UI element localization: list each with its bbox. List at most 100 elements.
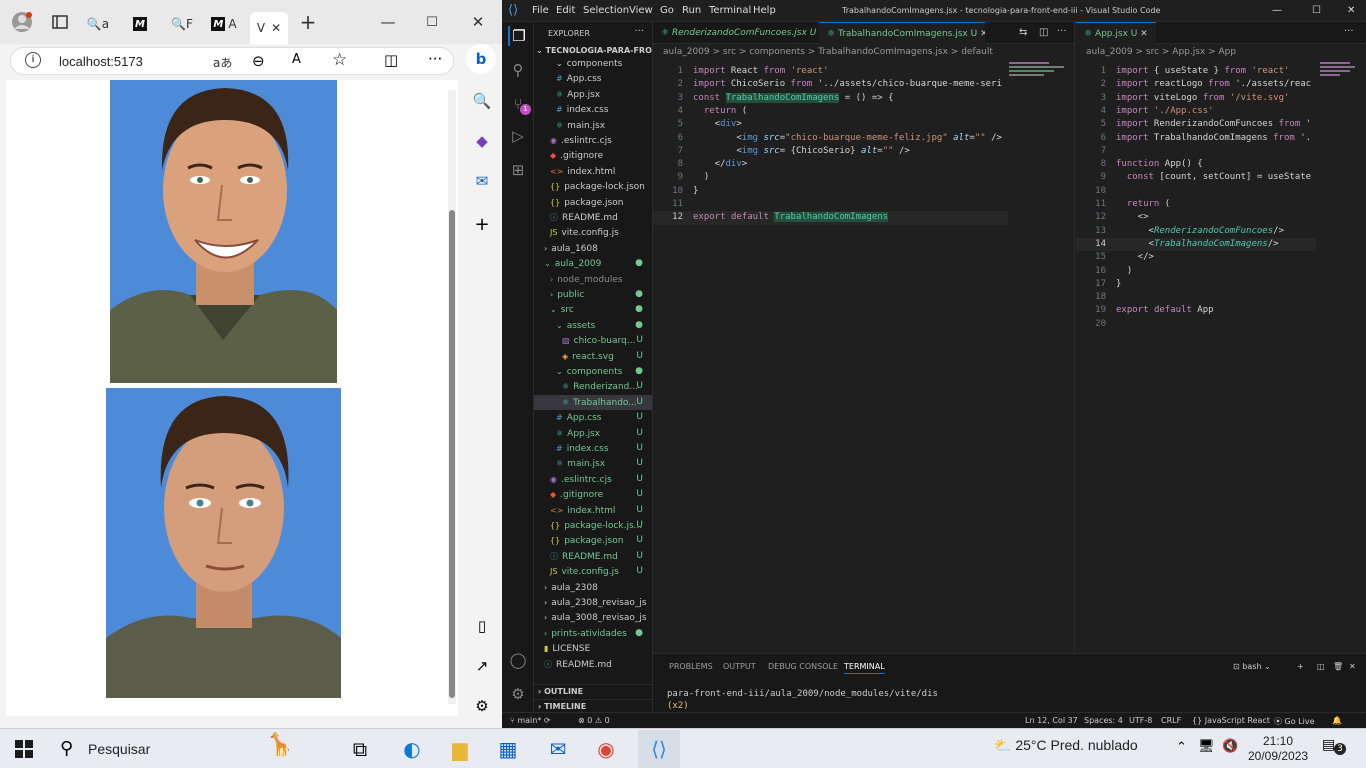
tree-item[interactable]: JS vite.config.js: [534, 225, 652, 240]
minimize-icon[interactable]: —: [376, 10, 400, 34]
volume-icon[interactable]: 🔇: [1222, 739, 1238, 754]
minimize-icon[interactable]: —: [1272, 5, 1282, 16]
cursor-position[interactable]: Ln 12, Col 37: [1025, 716, 1078, 725]
tree-item[interactable]: # App.css U: [534, 410, 652, 425]
tree-item[interactable]: ⚛ main.jsx: [534, 118, 652, 133]
profile-avatar-icon[interactable]: [10, 10, 34, 34]
close-window-icon[interactable]: ✕: [466, 10, 490, 34]
tab-actions-icon[interactable]: [48, 10, 72, 34]
tree-item[interactable]: › aula_3008_revisao_js: [534, 610, 652, 625]
tree-item[interactable]: ◆ .gitignore: [534, 148, 652, 163]
zoom-icon[interactable]: ⊖: [252, 52, 265, 70]
tree-item[interactable]: # index.css: [534, 102, 652, 117]
tab-active-vite[interactable]: V ✕: [250, 12, 288, 44]
tree-item[interactable]: # App.css: [534, 71, 652, 86]
search-icon[interactable]: 🔍: [470, 89, 494, 113]
maximize-icon[interactable]: ☐: [1312, 5, 1321, 16]
compare-icon[interactable]: ⇆: [1019, 27, 1027, 38]
tab-m-2[interactable]: MA: [210, 12, 238, 36]
read-aloud-icon[interactable]: aあ: [213, 54, 232, 71]
tree-item[interactable]: {} package-lock.js... U: [534, 518, 652, 533]
scrollbar-thumb[interactable]: [449, 210, 455, 698]
tree-item[interactable]: ⌄ aula_2009 ●: [534, 256, 652, 271]
close-window-icon[interactable]: ✕: [1347, 5, 1355, 16]
tree-item[interactable]: › node_modules: [534, 272, 652, 287]
tree-item[interactable]: ◉ .eslintrc.cjs: [534, 133, 652, 148]
language-mode[interactable]: {} JavaScript React: [1192, 716, 1270, 725]
tree-item[interactable]: ▮ LICENSE: [534, 641, 652, 656]
open-external-icon[interactable]: ↗: [470, 654, 494, 678]
close-icon[interactable]: ✕: [1349, 662, 1356, 671]
timeline-section[interactable]: › TIMELINE: [534, 699, 652, 712]
breadcrumb[interactable]: aula_2009 > src > components > Trabalhan…: [663, 47, 993, 57]
run-debug-icon[interactable]: ▷: [508, 126, 528, 146]
manage-gear-icon[interactable]: ⚙: [508, 684, 528, 704]
minimap[interactable]: [1009, 60, 1069, 90]
info-icon[interactable]: i: [25, 52, 41, 68]
close-icon[interactable]: ✕: [980, 29, 985, 39]
line-ending[interactable]: CRLF: [1161, 716, 1181, 725]
taskbar-search-box[interactable]: ⚲ Pesquisar 🦒: [48, 733, 338, 765]
tree-item[interactable]: <> index.html U: [534, 503, 652, 518]
tree-item[interactable]: ◉ .eslintrc.cjs U: [534, 472, 652, 487]
tree-item[interactable]: {} package.json: [534, 195, 652, 210]
menu-view[interactable]: View: [629, 5, 653, 16]
tree-item[interactable]: ▨ chico-buarq... U: [534, 333, 652, 348]
tree-item[interactable]: ⚛ main.jsx U: [534, 456, 652, 471]
tree-item[interactable]: ⌄ components ●: [534, 364, 652, 379]
more-actions-icon[interactable]: ···: [1057, 26, 1067, 37]
tree-item[interactable]: ⚛ Trabalhando... U: [534, 394, 652, 410]
tree-item[interactable]: ⌄ components: [534, 56, 652, 71]
tree-item[interactable]: <> index.html: [534, 164, 652, 179]
tree-item[interactable]: ⓘ README.md: [534, 657, 652, 672]
more-actions-icon[interactable]: ···: [1344, 26, 1354, 37]
terminal-shell-select[interactable]: ⊡ bash ⌄: [1233, 662, 1271, 671]
menu-help[interactable]: Help: [753, 5, 776, 16]
terminal-output[interactable]: para-front-end-iii/aula_2009/node_module…: [667, 688, 938, 712]
menu-selection[interactable]: Selection: [583, 5, 629, 16]
close-icon[interactable]: ✕: [1140, 29, 1148, 39]
read-mode-icon[interactable]: A: [292, 52, 301, 67]
tab-trabalhando[interactable]: ⚛ TrabalhandoComImagens.jsx U ✕: [819, 22, 985, 44]
tree-item[interactable]: › prints-atividades ●: [534, 626, 652, 641]
sidebar-panel-icon[interactable]: ▯: [470, 614, 494, 638]
menu-file[interactable]: File: [532, 5, 549, 16]
office-icon[interactable]: ◆: [470, 129, 494, 153]
project-root[interactable]: ⌄ TECNOLOGIA-PARA-FRONT...: [536, 46, 652, 55]
encoding[interactable]: UTF-8: [1129, 716, 1152, 725]
tree-item[interactable]: › aula_2308: [534, 580, 652, 595]
microsoft-store-icon[interactable]: ▦: [492, 733, 524, 765]
go-live-button[interactable]: ⦿ Go Live: [1274, 716, 1315, 727]
edge-browser-icon[interactable]: ◐: [396, 733, 428, 765]
file-explorer-icon[interactable]: ▆: [444, 733, 476, 765]
tree-item[interactable]: ⌄ assets ●: [534, 318, 652, 333]
minimap[interactable]: [1320, 60, 1360, 100]
explorer-files-icon[interactable]: ❐: [508, 26, 528, 46]
more-actions-icon[interactable]: ···: [634, 26, 644, 37]
tab-renderizando[interactable]: ⚛ RenderizandoComFuncoes.jsx U: [653, 22, 817, 44]
clock[interactable]: 21:10 20/09/2023: [1248, 734, 1308, 764]
indentation[interactable]: Spaces: 4: [1084, 716, 1123, 725]
chrome-icon[interactable]: ◉: [590, 733, 622, 765]
menu-go[interactable]: Go: [660, 5, 674, 16]
settings-gear-icon[interactable]: ⚙: [470, 694, 494, 718]
tree-item[interactable]: JS vite.config.js U: [534, 564, 652, 579]
windows-start-icon[interactable]: [8, 733, 40, 765]
panel-tab-output[interactable]: OUTPUT: [723, 662, 756, 671]
add-sidebar-icon[interactable]: +: [470, 212, 494, 236]
menu-edit[interactable]: Edit: [556, 5, 575, 16]
notification-center-icon[interactable]: ▤ 3: [1322, 737, 1346, 759]
vscode-taskbar-icon[interactable]: ⟨⟩: [638, 730, 680, 768]
maximize-icon[interactable]: ☐: [420, 10, 444, 34]
network-icon[interactable]: 🖥: [1198, 739, 1215, 754]
tree-item[interactable]: ◈ react.svg U: [534, 349, 652, 364]
task-view-icon[interactable]: ⧉: [344, 733, 376, 765]
outline-section[interactable]: › OUTLINE: [534, 684, 652, 698]
page-scrollbar[interactable]: [448, 90, 456, 704]
tree-item[interactable]: › public ●: [534, 287, 652, 302]
tree-item[interactable]: ⚛ Renderizand... U: [534, 379, 652, 394]
mail-icon[interactable]: ✉: [542, 733, 574, 765]
breadcrumb[interactable]: aula_2009 > src > App.jsx > App: [1086, 47, 1236, 57]
add-terminal-icon[interactable]: +: [1297, 662, 1304, 671]
tree-item[interactable]: {} package-lock.json: [534, 179, 652, 194]
